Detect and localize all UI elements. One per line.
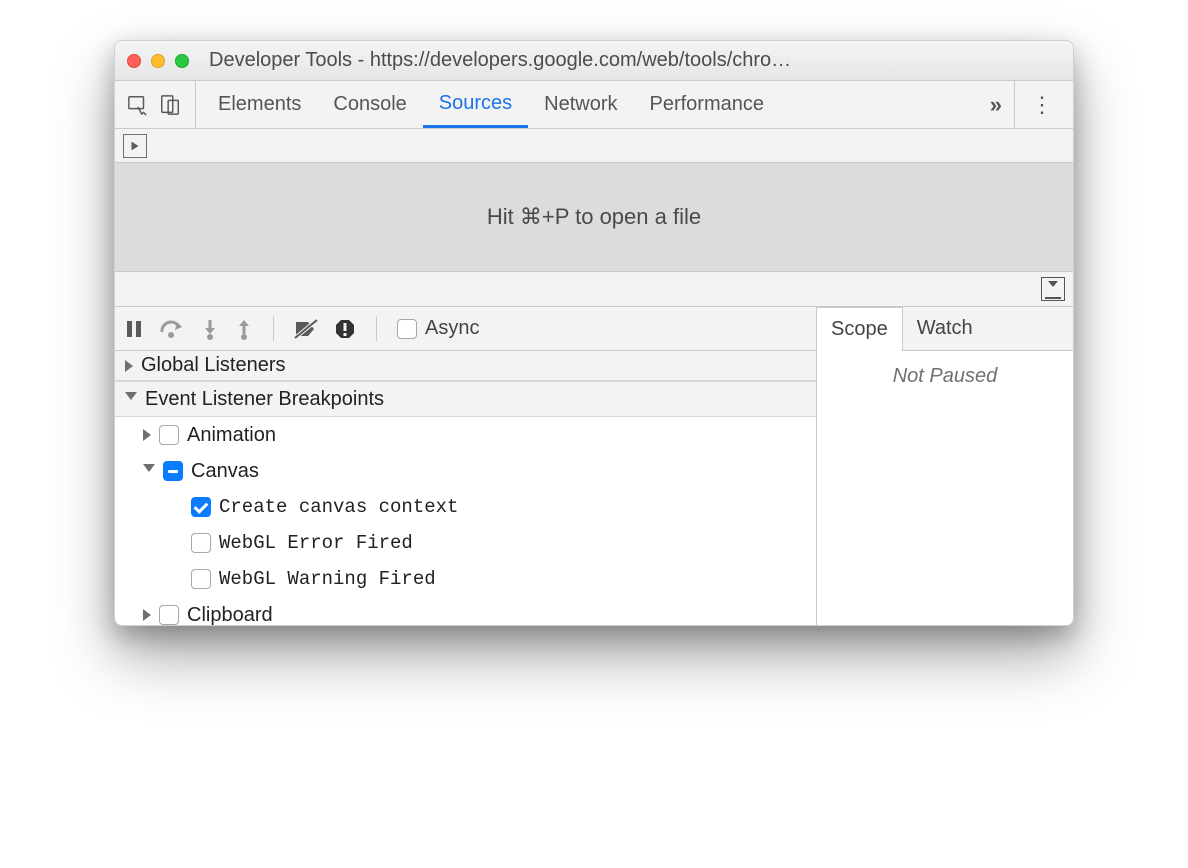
traffic-lights — [127, 54, 189, 68]
tab-performance[interactable]: Performance — [634, 81, 781, 128]
chevron-down-icon — [125, 392, 137, 406]
category-animation[interactable]: Animation — [115, 417, 816, 453]
chevron-right-icon — [143, 609, 151, 621]
breakpoints-tree: Global Listeners Event Listener Breakpoi… — [115, 351, 816, 625]
device-toggle-icon[interactable] — [159, 94, 181, 116]
top-tabbar: Elements Console Sources Network Perform… — [115, 81, 1073, 129]
spacer — [171, 537, 183, 549]
chevron-right-icon — [125, 360, 133, 372]
step-over-icon[interactable] — [159, 318, 185, 340]
open-file-hint: Hit ⌘+P to open a file — [115, 163, 1073, 271]
tab-elements[interactable]: Elements — [202, 81, 317, 128]
step-into-icon[interactable] — [201, 318, 219, 340]
debugger-right-panel: Scope Watch Not Paused — [817, 307, 1073, 625]
not-paused-text: Not Paused — [893, 365, 998, 625]
toggle-drawer-icon[interactable] — [1041, 277, 1065, 301]
devtools-window: Developer Tools - https://developers.goo… — [114, 40, 1074, 626]
more-tabs-button[interactable]: » — [978, 92, 1014, 118]
category-label: Clipboard — [187, 604, 273, 626]
right-panel-tabs: Scope Watch — [817, 307, 1073, 351]
section-global-listeners[interactable]: Global Listeners — [115, 351, 816, 381]
breakpoint-webgl-error-fired[interactable]: WebGL Error Fired — [115, 525, 816, 561]
scope-body: Not Paused — [817, 351, 1073, 625]
chevron-right-icon — [143, 429, 151, 441]
panel-tabs: Elements Console Sources Network Perform… — [202, 81, 978, 128]
step-out-icon[interactable] — [235, 318, 253, 340]
breakpoint-create-canvas-context[interactable]: Create canvas context — [115, 489, 816, 525]
category-label: Canvas — [191, 460, 259, 483]
tab-sources[interactable]: Sources — [423, 81, 528, 128]
webgl-warning-checkbox[interactable] — [191, 569, 211, 589]
breakpoint-label: Create canvas context — [219, 496, 458, 518]
clipboard-checkbox[interactable] — [159, 605, 179, 625]
breakpoint-webgl-warning-fired[interactable]: WebGL Warning Fired — [115, 561, 816, 597]
pause-on-exceptions-icon[interactable] — [334, 318, 356, 340]
pause-icon[interactable] — [125, 319, 143, 339]
create-canvas-context-checkbox[interactable] — [191, 497, 211, 517]
animation-checkbox[interactable] — [159, 425, 179, 445]
titlebar: Developer Tools - https://developers.goo… — [115, 41, 1073, 81]
open-file-hint-text: Hit ⌘+P to open a file — [487, 204, 701, 230]
spacer — [171, 501, 183, 513]
window-title: Developer Tools - https://developers.goo… — [205, 49, 1061, 72]
breakpoint-label: WebGL Warning Fired — [219, 568, 436, 590]
debugger-left-panel: Async Global Listeners Event Listener Br… — [115, 307, 817, 625]
debugger-panel: Async Global Listeners Event Listener Br… — [115, 307, 1073, 625]
tab-console[interactable]: Console — [317, 81, 422, 128]
breakpoint-label: WebGL Error Fired — [219, 532, 413, 554]
chevron-down-icon — [143, 464, 155, 478]
close-window-button[interactable] — [127, 54, 141, 68]
inspect-element-icon[interactable] — [127, 94, 149, 116]
tab-watch[interactable]: Watch — [903, 307, 987, 350]
category-clipboard[interactable]: Clipboard — [115, 597, 816, 625]
file-tab-strip — [115, 129, 1073, 163]
canvas-checkbox[interactable] — [163, 461, 183, 481]
tab-scope[interactable]: Scope — [817, 307, 903, 351]
webgl-error-checkbox[interactable] — [191, 533, 211, 553]
async-checkbox[interactable] — [397, 319, 417, 339]
section-event-listener-breakpoints[interactable]: Event Listener Breakpoints — [115, 381, 816, 417]
async-label: Async — [425, 317, 479, 340]
spacer — [171, 573, 183, 585]
minimize-window-button[interactable] — [151, 54, 165, 68]
zoom-window-button[interactable] — [175, 54, 189, 68]
section-label: Global Listeners — [141, 354, 286, 377]
category-label: Animation — [187, 424, 276, 447]
editor-footer-strip — [115, 271, 1073, 307]
section-label: Event Listener Breakpoints — [145, 388, 384, 411]
debugger-toolbar: Async — [115, 307, 816, 351]
show-navigator-icon[interactable] — [123, 134, 147, 158]
tab-network[interactable]: Network — [528, 81, 633, 128]
devtools-menu-button[interactable]: ⋮ — [1014, 81, 1061, 128]
deactivate-breakpoints-icon[interactable] — [294, 319, 318, 339]
category-canvas[interactable]: Canvas — [115, 453, 816, 489]
